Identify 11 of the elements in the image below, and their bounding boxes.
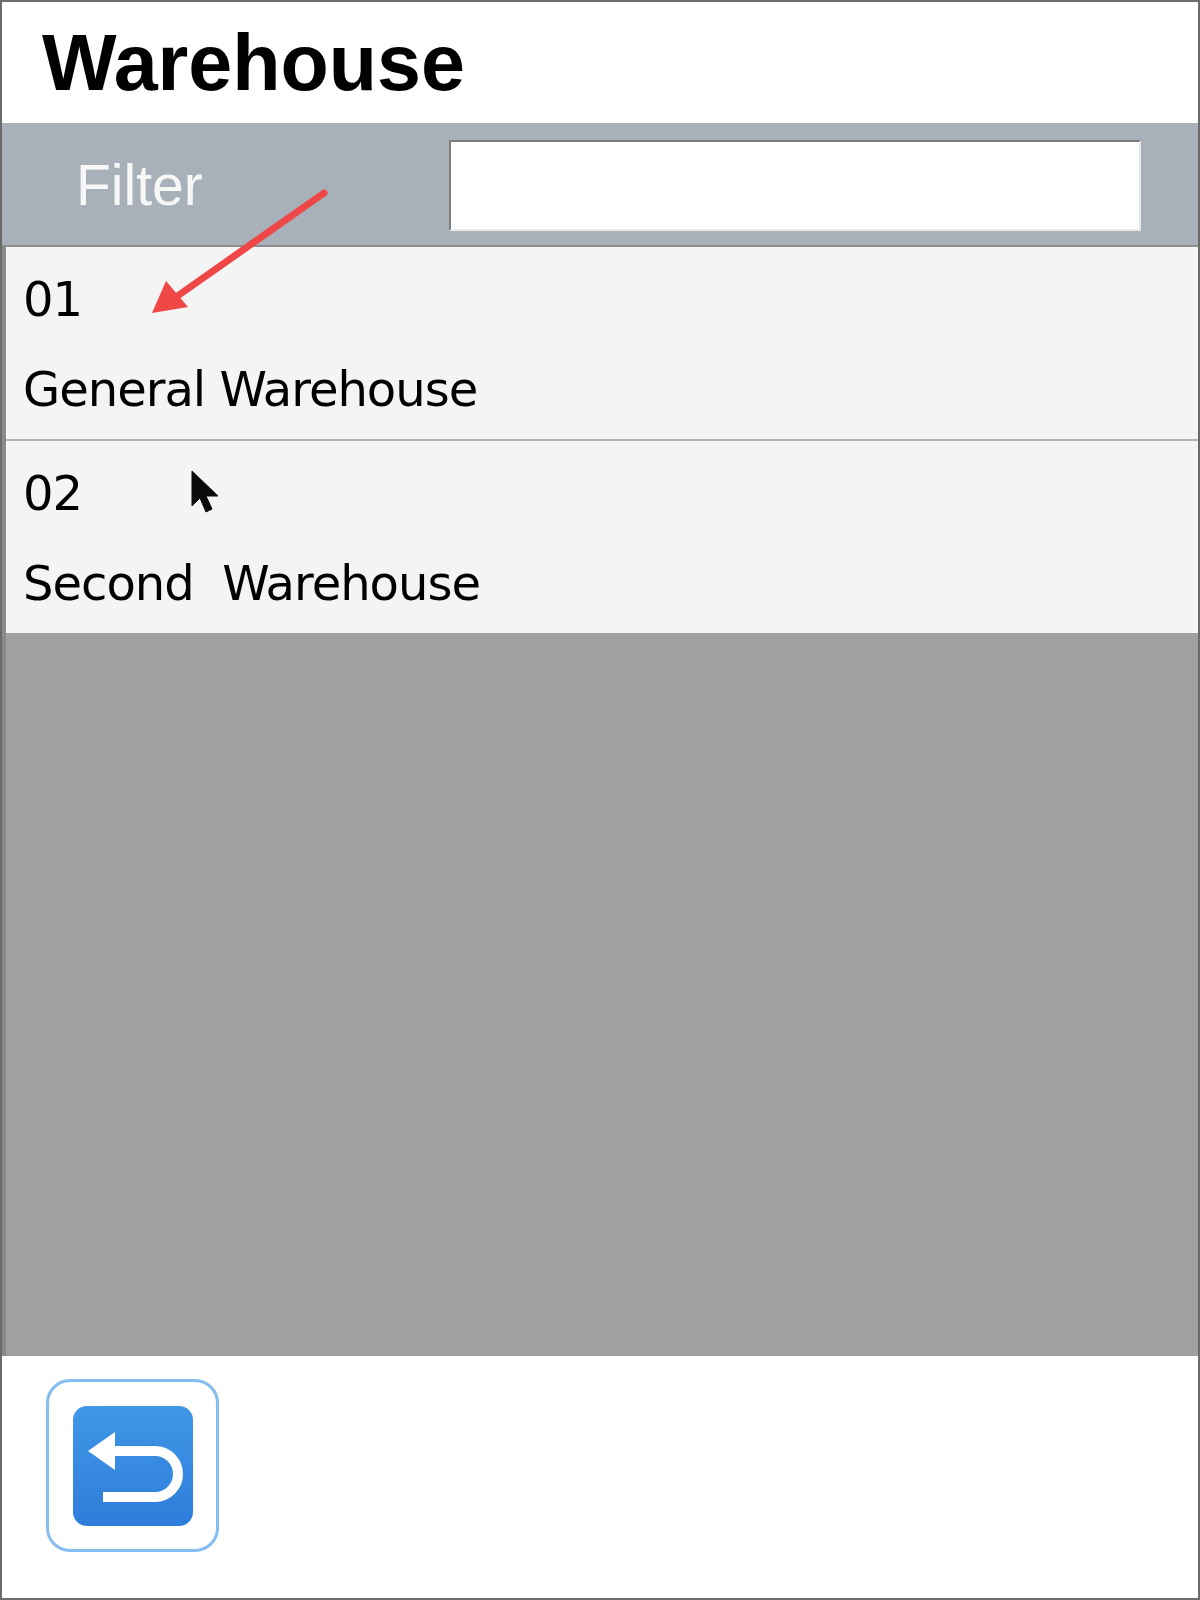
filter-label: Filter (76, 157, 203, 214)
back-button[interactable] (46, 1379, 219, 1552)
warehouse-code: 02 (23, 464, 83, 523)
filter-input[interactable] (449, 140, 1141, 231)
warehouse-name: General Warehouse (23, 360, 478, 419)
warehouse-name: Second Warehouse (23, 554, 480, 613)
mouse-pointer-icon (191, 470, 220, 514)
warehouse-code: 01 (23, 270, 83, 329)
warehouse-row[interactable]: 02 Second Warehouse (6, 441, 1198, 633)
warehouse-row[interactable]: 01 General Warehouse (6, 247, 1198, 441)
page-title: Warehouse (42, 23, 465, 102)
